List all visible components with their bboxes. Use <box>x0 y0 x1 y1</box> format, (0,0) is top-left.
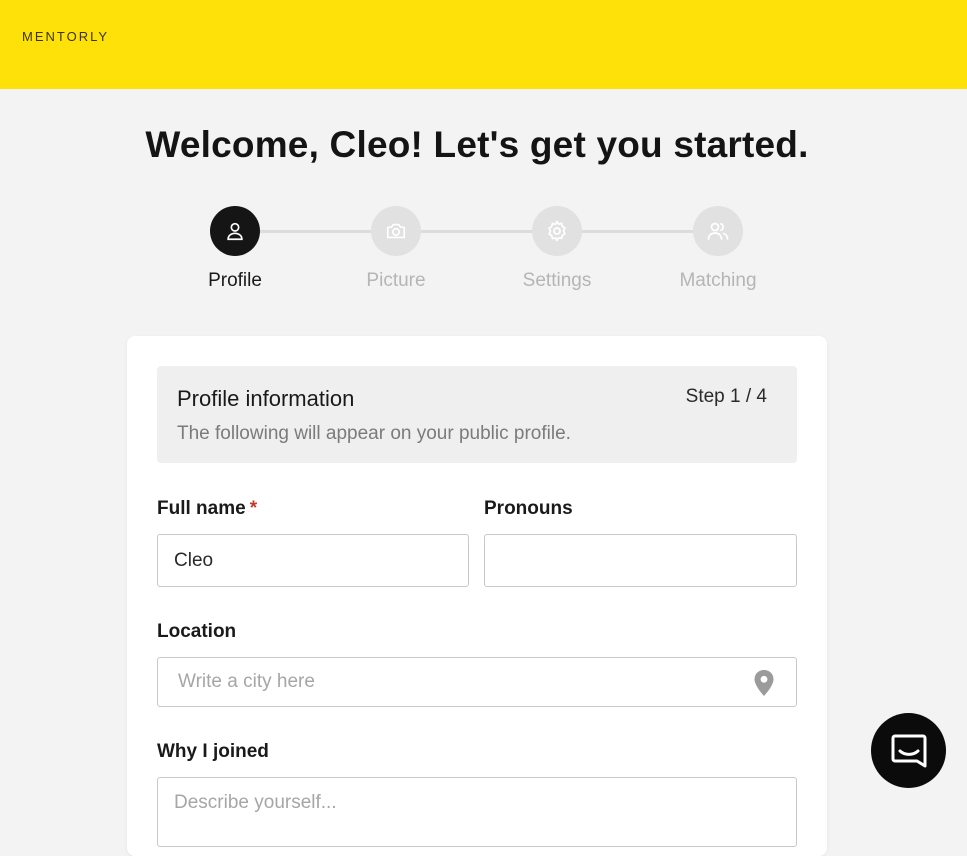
step-profile-label: Profile <box>208 270 262 291</box>
step-profile-circle <box>210 206 260 256</box>
step-profile[interactable]: Profile <box>175 206 295 292</box>
full-name-value: Cleo <box>174 549 214 571</box>
step-matching[interactable]: Matching <box>658 206 778 292</box>
step-matching-label: Matching <box>679 270 757 291</box>
users-icon <box>707 222 729 240</box>
chat-icon <box>891 734 926 767</box>
profile-info-header: Profile information Step 1 / 4 The follo… <box>157 366 797 463</box>
pronouns-label: Pronouns <box>484 498 573 519</box>
why-joined-label: Why I joined <box>157 741 269 762</box>
location-input[interactable]: Write a city here <box>157 657 797 707</box>
step-settings-circle <box>532 206 582 256</box>
step-settings[interactable]: Settings <box>497 206 617 292</box>
profile-form-card: Profile information Step 1 / 4 The follo… <box>127 336 827 856</box>
section-description: The following will appear on your public… <box>177 423 571 444</box>
chat-widget-button[interactable] <box>871 713 946 788</box>
pronouns-input[interactable] <box>484 534 797 587</box>
why-joined-textarea[interactable]: Describe yourself... <box>157 777 797 847</box>
step-picture[interactable]: Picture <box>336 206 456 292</box>
full-name-label: Full name * <box>157 498 257 520</box>
map-pin-icon <box>754 670 774 696</box>
top-header-bar: MENTORLY <box>0 0 967 89</box>
step-matching-circle <box>693 206 743 256</box>
full-name-label-text: Full name <box>157 498 246 519</box>
section-title: Profile information <box>177 386 355 411</box>
mentorly-logo[interactable]: MENTORLY <box>22 29 109 44</box>
required-asterisk: * <box>249 498 258 519</box>
step-indicator: Step 1 / 4 <box>685 386 767 407</box>
why-joined-placeholder: Describe yourself... <box>174 792 337 813</box>
step-settings-label: Settings <box>522 270 592 291</box>
full-name-input[interactable]: Cleo <box>157 534 469 587</box>
step-picture-circle <box>371 206 421 256</box>
location-label: Location <box>157 621 237 642</box>
user-icon <box>227 222 243 241</box>
step-picture-label: Picture <box>366 270 426 291</box>
camera-icon <box>386 223 406 239</box>
page-title: Welcome, Cleo! Let's get you started. <box>145 124 809 165</box>
gear-icon <box>548 220 566 242</box>
location-placeholder: Write a city here <box>178 671 315 692</box>
